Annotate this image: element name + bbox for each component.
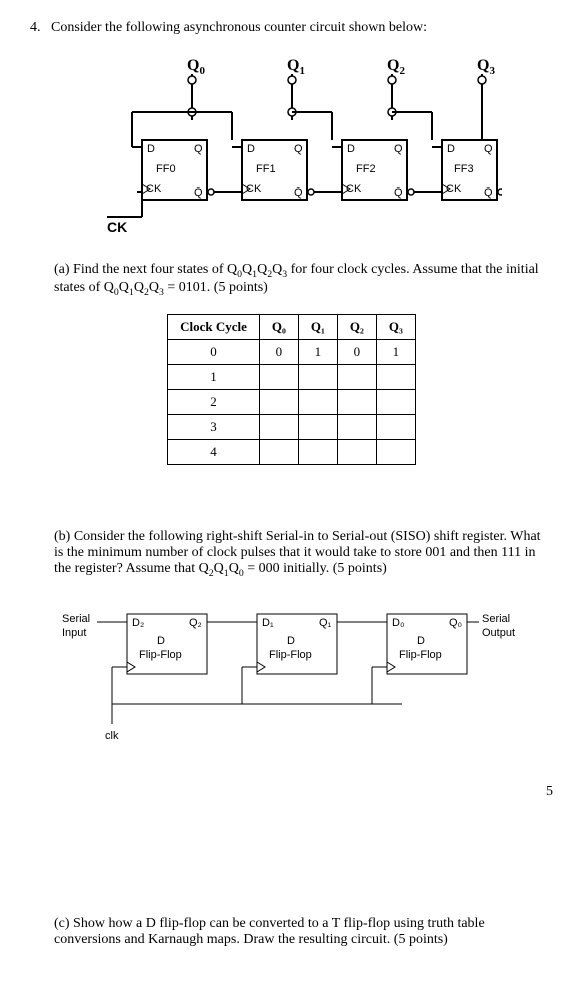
- ck-input: CK: [107, 192, 142, 235]
- svg-text:CK: CK: [107, 219, 127, 235]
- svg-text:Q: Q: [294, 143, 303, 155]
- svg-text:D₂: D₂: [132, 617, 144, 629]
- svg-text:Q̄: Q̄: [194, 186, 203, 199]
- svg-text:Input: Input: [62, 627, 86, 639]
- problem-number: 4.: [30, 20, 41, 35]
- siso-svg: Serial Input Serial Output D₂ Q₂ D Flip-…: [57, 594, 527, 744]
- svg-text:D: D: [347, 143, 355, 155]
- part-c: (c) Show how a D flip-flop can be conver…: [30, 916, 553, 948]
- part-b: (b) Consider the following right-shift S…: [30, 529, 553, 579]
- svg-text:D₀: D₀: [392, 617, 405, 629]
- table-row: 0 0 1 0 1: [168, 339, 416, 364]
- svg-text:FF2: FF2: [356, 163, 376, 175]
- part-c-label: (c): [54, 916, 70, 931]
- svg-text:CK: CK: [346, 183, 362, 195]
- th-clock: Clock Cycle: [168, 314, 260, 339]
- th-q0: Q₀: [259, 314, 298, 339]
- svg-text:Q1: Q1: [287, 57, 305, 77]
- ff1: D Q FF1 CK Q̄: [242, 140, 314, 200]
- table-row: 4: [168, 439, 416, 464]
- svg-text:Flip-Flop: Flip-Flop: [399, 649, 442, 661]
- svg-text:Serial: Serial: [62, 613, 90, 625]
- state-table: Clock Cycle Q₀ Q₁ Q₂ Q₃ 0 0 1 0 1 1 2 3 …: [167, 314, 416, 465]
- svg-text:CK: CK: [246, 183, 262, 195]
- svg-text:Q2: Q2: [387, 57, 405, 77]
- svg-text:Flip-Flop: Flip-Flop: [139, 649, 182, 661]
- svg-text:Q: Q: [194, 143, 203, 155]
- siso-ff2: D₂ Q₂ D Flip-Flop: [127, 614, 207, 674]
- part-a: (a) Find the next four states of Q0Q1Q2Q…: [30, 262, 553, 298]
- part-a-text: Find the next four states of Q0Q1Q2Q3 fo…: [54, 262, 539, 295]
- svg-text:D: D: [147, 143, 155, 155]
- svg-text:FF1: FF1: [256, 163, 276, 175]
- svg-text:Q̄: Q̄: [294, 186, 303, 199]
- problem-intro-text: Consider the following asynchronous coun…: [51, 20, 427, 35]
- counter-svg: Q0 Q1 Q2 Q3 D Q FF0 CK Q̄ D: [82, 52, 502, 242]
- th-q2: Q₂: [337, 314, 376, 339]
- part-a-label: (a): [54, 262, 70, 277]
- table-row: 2: [168, 389, 416, 414]
- svg-text:D: D: [247, 143, 255, 155]
- svg-text:clk: clk: [105, 730, 119, 742]
- siso-ff0: D₀ Q₀ D Flip-Flop: [387, 614, 467, 674]
- svg-text:Q: Q: [394, 143, 403, 155]
- svg-text:D: D: [157, 635, 165, 647]
- svg-text:FF3: FF3: [454, 163, 474, 175]
- svg-text:CK: CK: [146, 183, 162, 195]
- th-q1: Q₁: [298, 314, 337, 339]
- problem-intro: 4. Consider the following asynchronous c…: [30, 20, 553, 36]
- table-row: 3: [168, 414, 416, 439]
- svg-text:Output: Output: [482, 627, 515, 639]
- ff3: D Q FF3 CK Q̄: [442, 140, 502, 200]
- part-c-text: Show how a D flip-flop can be converted …: [54, 916, 485, 947]
- table-header-row: Clock Cycle Q₀ Q₁ Q₂ Q₃: [168, 314, 416, 339]
- svg-text:Serial: Serial: [482, 613, 510, 625]
- svg-text:Q: Q: [484, 143, 493, 155]
- svg-text:D: D: [447, 143, 455, 155]
- siso-ff1: D₁ Q₁ D Flip-Flop: [257, 614, 337, 674]
- siso-diagram: Serial Input Serial Output D₂ Q₂ D Flip-…: [30, 594, 553, 744]
- ff2: D Q FF2 CK Q̄: [342, 140, 414, 200]
- ff0: D Q FF0 CK Q̄: [142, 140, 214, 200]
- svg-text:D: D: [287, 635, 295, 647]
- svg-text:Flip-Flop: Flip-Flop: [269, 649, 312, 661]
- svg-text:Q₁: Q₁: [319, 617, 332, 629]
- svg-text:Q0: Q0: [187, 57, 205, 77]
- svg-text:Q₂: Q₂: [189, 617, 202, 629]
- svg-text:Q₀: Q₀: [449, 617, 462, 629]
- page-number: 5: [30, 784, 553, 800]
- part-b-label: (b): [54, 529, 70, 544]
- svg-text:D: D: [417, 635, 425, 647]
- svg-text:CK: CK: [446, 183, 462, 195]
- q-top-labels: Q0 Q1 Q2 Q3: [187, 57, 495, 77]
- svg-text:FF0: FF0: [156, 163, 176, 175]
- part-b-text: Consider the following right-shift Seria…: [54, 529, 541, 576]
- svg-text:D₁: D₁: [262, 617, 274, 629]
- th-q3: Q₃: [376, 314, 415, 339]
- table-row: 1: [168, 364, 416, 389]
- svg-text:Q3: Q3: [477, 57, 495, 77]
- counter-circuit-diagram: Q0 Q1 Q2 Q3 D Q FF0 CK Q̄ D: [30, 52, 553, 242]
- svg-text:Q̄: Q̄: [394, 186, 403, 199]
- output-wires: [188, 74, 486, 140]
- svg-text:Q̄: Q̄: [484, 186, 493, 199]
